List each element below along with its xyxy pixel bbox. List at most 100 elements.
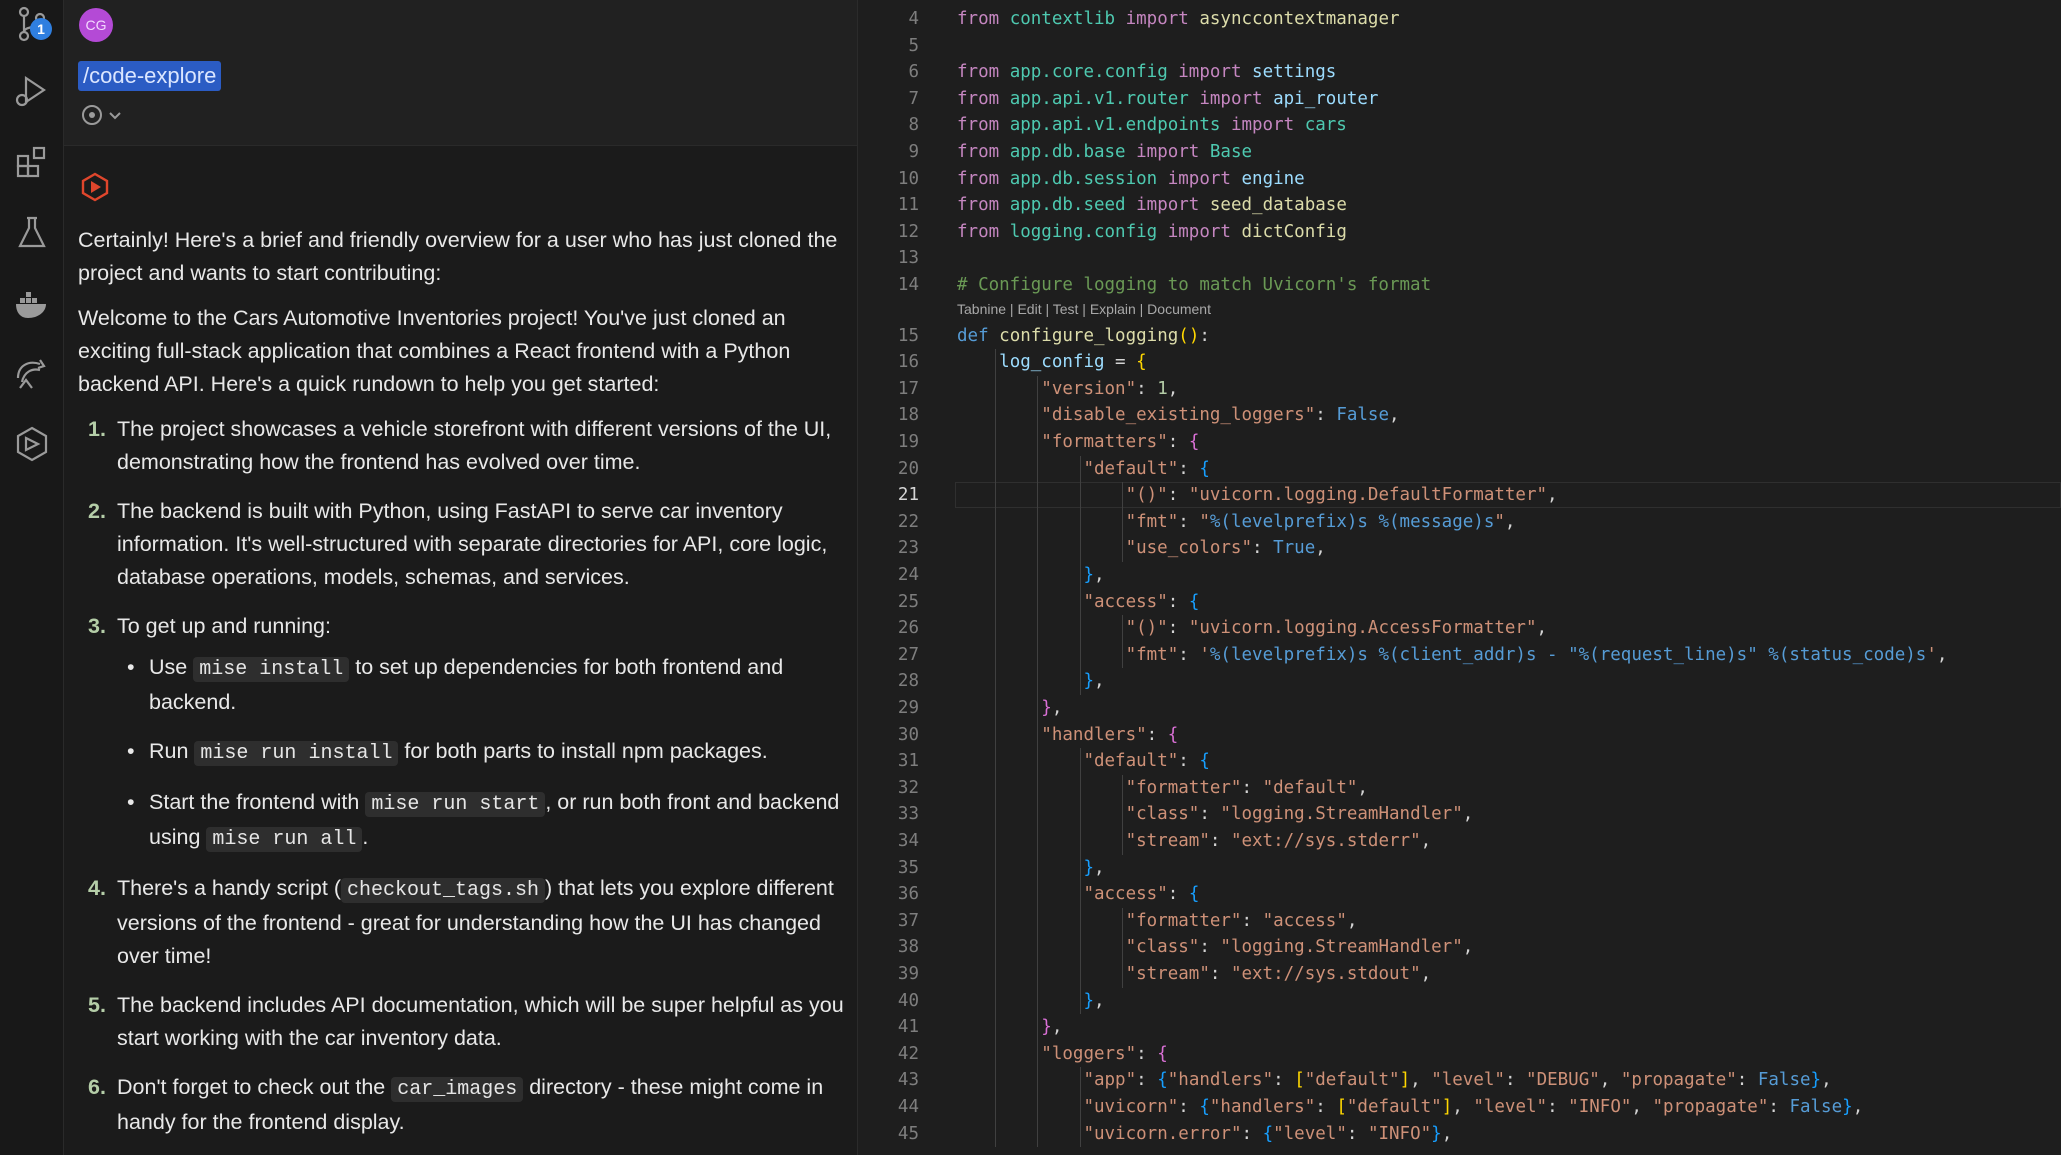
code-text: from app.api.v1.endpoints import cars <box>957 115 1347 136</box>
codelens-actions[interactable]: Tabnine | Edit | Test | Explain | Docume… <box>957 297 1211 321</box>
line-number: 31 <box>897 751 919 772</box>
code-text: "default": { <box>1083 751 1210 772</box>
code-line: 37 "formatter": "access", <box>859 908 2061 934</box>
line-number: 8 <box>908 115 919 136</box>
code-line: 16 log_config = { <box>859 349 2061 375</box>
code-line: 13 <box>859 245 2061 271</box>
code-line: 10 from app.db.session import engine <box>859 166 2061 192</box>
line-number: 10 <box>897 168 919 189</box>
code-line: 40 }, <box>859 988 2061 1014</box>
line-number: 21 <box>897 485 919 506</box>
remote-explorer-icon[interactable] <box>12 354 52 394</box>
code-line: 9 from app.db.base import Base <box>859 139 2061 165</box>
line-number: 14 <box>897 275 919 295</box>
line-number: 39 <box>897 964 919 984</box>
line-number: 4 <box>908 9 919 29</box>
assistant-message: Certainly! Here's a brief and friendly o… <box>78 224 850 1155</box>
line-number: 25 <box>897 591 919 612</box>
testing-flask-icon[interactable] <box>12 212 52 252</box>
run-debug-icon[interactable] <box>12 70 52 110</box>
code-text: "uvicorn.error": {"level": "INFO"}, <box>1083 1123 1453 1144</box>
code-line: 38 "class": "logging.StreamHandler", <box>859 934 2061 960</box>
line-number: 32 <box>897 777 919 798</box>
code-line: 6 from app.core.config import settings <box>859 59 2061 85</box>
hexagon-extension-icon[interactable] <box>12 424 52 464</box>
activity-bar: 1 <box>0 0 64 1155</box>
code-line: 36 "access": { <box>859 881 2061 907</box>
code-text: "uvicorn": {"handlers": ["default"], "le… <box>1083 1097 1864 1117</box>
line-number: 29 <box>897 698 919 718</box>
line-number: 22 <box>897 511 919 532</box>
code-line: 23 "use_colors": True, <box>859 535 2061 561</box>
list-item: Run mise run install for both parts to i… <box>117 735 850 770</box>
code-editor[interactable]: Tabnine | Edit | Test | Explain | Docume… <box>859 0 2061 1155</box>
code-line: 27 "fmt": '%(levelprefix)s %(client_addr… <box>859 642 2061 668</box>
code-line: 44 "uvicorn": {"handlers": ["default"], … <box>859 1094 2061 1120</box>
code-line: 4 from contextlib import asynccontextmana… <box>859 6 2061 32</box>
model-picker[interactable] <box>81 104 123 126</box>
line-number: 7 <box>908 88 919 109</box>
welcome-text: Welcome to the Cars Automotive Inventori… <box>78 306 791 396</box>
inline-code: mise run start <box>365 792 546 817</box>
code-line: 41 }, <box>859 1014 2061 1040</box>
code-text: "formatter": "default", <box>1125 777 1368 798</box>
line-number: 6 <box>908 62 919 83</box>
line-number: 42 <box>897 1043 919 1064</box>
line-number: 12 <box>897 221 919 242</box>
code-line: 43 "app": {"handlers": ["default"], "lev… <box>859 1067 2061 1093</box>
code-line: 7 from app.api.v1.router import api_route… <box>859 86 2061 112</box>
code-line: 42 "loggers": { <box>859 1041 2061 1067</box>
command-chip[interactable]: /code-explore <box>78 61 222 91</box>
code-line: 11 from app.db.seed import seed_database <box>859 192 2061 218</box>
line-number: 41 <box>897 1017 919 1038</box>
line-number: 24 <box>897 565 919 585</box>
code-text: }, <box>1083 565 1105 585</box>
user-avatar: CG <box>79 8 113 42</box>
code-text: # Configure logging to match Uvicorn's f… <box>957 275 1432 295</box>
line-number: 43 <box>897 1070 919 1091</box>
line-number: 38 <box>897 937 919 958</box>
code-text: "access": { <box>1083 591 1200 612</box>
intro-text: Certainly! Here's a brief and friendly o… <box>78 228 838 285</box>
code-line: 21 "()": "uvicorn.logging.DefaultFormatt… <box>859 482 2061 508</box>
code-line: 12 from logging.config import dictConfig <box>859 219 2061 245</box>
line-number: 17 <box>897 378 919 399</box>
code-line: 14 # Configure logging to match Uvicorn's… <box>859 272 2061 298</box>
code-text: "()": "uvicorn.logging.DefaultFormatter"… <box>1125 485 1558 506</box>
line-number: 27 <box>897 644 919 665</box>
code-line: 15 def configure_logging(): <box>859 323 2061 349</box>
chat-header: CG /code-explore <box>64 0 857 146</box>
line-number: 19 <box>897 432 919 452</box>
code-text: "class": "logging.StreamHandler", <box>1125 804 1474 825</box>
line-number: 18 <box>897 405 919 426</box>
chevron-down-icon <box>109 112 121 120</box>
line-number: 34 <box>897 831 919 851</box>
code-line: 19 "formatters": { <box>859 429 2061 455</box>
code-text: "disable_existing_loggers": False, <box>1041 405 1400 426</box>
line-number: 23 <box>897 538 919 559</box>
code-text: }, <box>1083 990 1105 1011</box>
code-text: from app.api.v1.router import api_router <box>957 88 1379 109</box>
code-text: from contextlib import asynccontextmanag… <box>957 9 1400 29</box>
line-number: 16 <box>897 352 919 373</box>
line-number: 26 <box>897 618 919 639</box>
code-text: "class": "logging.StreamHandler", <box>1125 937 1474 958</box>
source-control-badge: 1 <box>30 18 52 40</box>
inline-code: mise run all <box>206 827 363 852</box>
code-text: "handlers": { <box>1041 724 1179 745</box>
code-text: "app": {"handlers": ["default"], "level"… <box>1083 1070 1832 1091</box>
code-line: 8 from app.api.v1.endpoints import cars <box>859 112 2061 138</box>
code-line: 5 <box>859 33 2061 59</box>
line-number: 13 <box>897 248 919 269</box>
code-text: from app.db.session import engine <box>957 168 1305 189</box>
chat-panel: CG /code-explore Certainly! Here's a bri… <box>64 0 858 1155</box>
model-icon <box>82 105 102 125</box>
code-line: 22 "fmt": "%(levelprefix)s %(message)s", <box>859 509 2061 535</box>
inline-code: checkout_tags.sh <box>340 878 546 903</box>
code-text: "version": 1, <box>1041 378 1179 399</box>
docker-whale-icon[interactable] <box>12 284 52 324</box>
code-text: from logging.config import dictConfig <box>957 221 1347 242</box>
code-line: 31 "default": { <box>859 748 2061 774</box>
inline-code: car_images <box>391 1077 524 1102</box>
extensions-icon[interactable] <box>12 142 52 182</box>
